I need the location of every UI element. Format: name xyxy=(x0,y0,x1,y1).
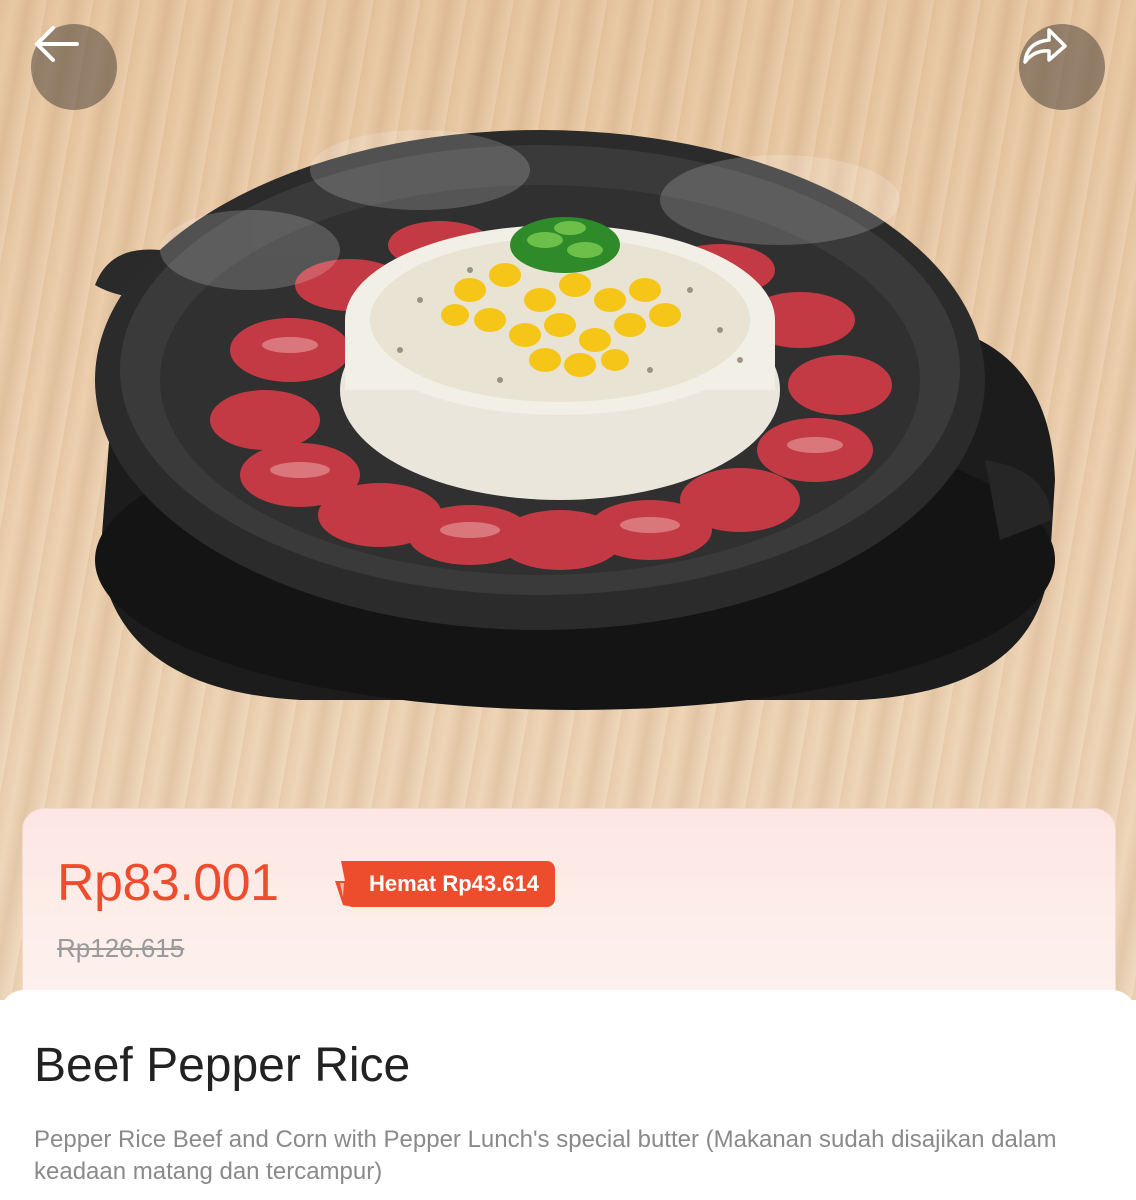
product-description: Pepper Rice Beef and Corn with Pepper Lu… xyxy=(34,1126,1057,1185)
original-price: Rp126.615 xyxy=(57,933,185,963)
share-button[interactable] xyxy=(1019,24,1105,110)
savings-label: Hemat Rp43.614 xyxy=(351,861,555,907)
share-arrow-icon xyxy=(1023,28,1067,64)
product-info-sheet: Beef Pepper Rice Pepper Rice Beef and Co… xyxy=(0,990,1136,1200)
savings-badge: Hemat Rp43.614 xyxy=(331,861,555,907)
arrow-left-icon xyxy=(35,26,79,62)
back-button[interactable] xyxy=(31,24,117,110)
current-price: Rp83.001 xyxy=(57,854,279,912)
product-title: Beef Pepper Rice xyxy=(34,1039,411,1092)
discount-arrow-icon xyxy=(335,861,353,907)
